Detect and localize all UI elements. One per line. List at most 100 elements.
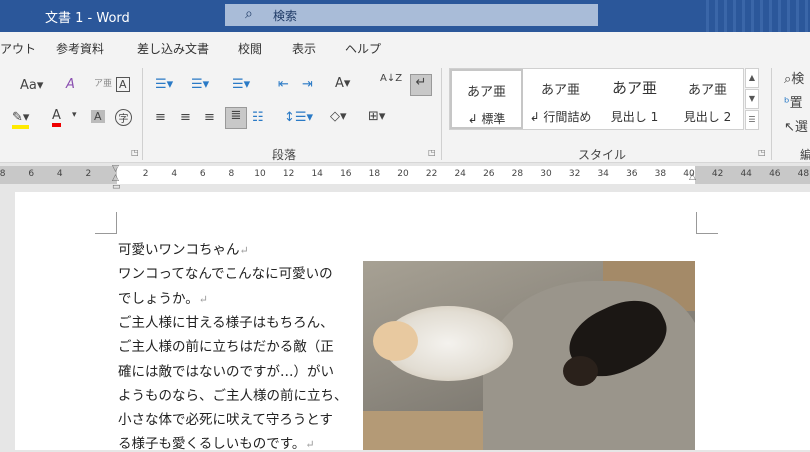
style-name: 見出し 1 (610, 110, 659, 124)
decrease-indent-icon[interactable]: ⇤ (278, 77, 289, 92)
text-line[interactable]: ご主人様に甘える様子はもちろん、 (118, 311, 334, 331)
ruler-number: 8 (0, 169, 6, 179)
ruler-number: 12 (282, 169, 295, 179)
styles-scroll-up[interactable]: ▲ (745, 68, 759, 88)
ruler-number: 6 (28, 169, 35, 179)
ruler-number: 34 (597, 169, 609, 179)
crop-mark (696, 212, 718, 234)
font-color-button[interactable]: A (52, 108, 61, 127)
dog-photo[interactable] (363, 261, 695, 450)
text-line[interactable]: 小さな体で必死に吠えて守ろうとす (118, 408, 333, 428)
right-indent-marker[interactable]: △ (689, 172, 696, 182)
tab-help[interactable]: ヘルプ (345, 40, 381, 57)
style-preview: あア亜 (540, 83, 580, 98)
replace-label: 置 (789, 96, 803, 111)
ruler-number: 30 (540, 169, 552, 179)
ruler-number: 44 (740, 169, 752, 179)
phonetic-guide-button[interactable]: ア亜 (94, 76, 112, 89)
text-line[interactable]: 確には敵ではないのですが…）がい (118, 360, 334, 380)
numbering-icon[interactable]: ☰▾ (191, 77, 209, 92)
ruler-number: 38 (654, 169, 667, 179)
ruler-number: 2 (142, 169, 149, 179)
style-name: ↲ 行間詰め (529, 110, 592, 124)
find-label: 検 (791, 72, 805, 87)
ruler-number: 4 (56, 169, 63, 179)
asian-layout-icon[interactable]: A▾ (335, 76, 350, 91)
search-box[interactable]: ⌕ 検索 (225, 4, 598, 26)
line-spacing-icon[interactable]: ↕☰▾ (284, 110, 313, 125)
font-dialog-launcher[interactable]: ◳ (131, 148, 139, 157)
group-divider (441, 68, 442, 160)
ruler-number: 28 (511, 169, 524, 179)
select-button[interactable]: ↖選 (784, 116, 808, 135)
crop-mark (95, 212, 117, 234)
ruler-number: 14 (311, 169, 323, 179)
style-heading-1[interactable]: あア亜見出し 1 (598, 69, 671, 129)
style-no-spacing[interactable]: あア亜 ↲ 行間詰め (524, 69, 597, 129)
styles-dialog-launcher[interactable]: ◳ (758, 148, 766, 157)
search-placeholder: 検索 (273, 9, 298, 23)
replace-button[interactable]: ᵇ置 (784, 92, 803, 111)
paragraph-group-label: 段落 (272, 148, 297, 162)
text-line[interactable]: ご主人様の前に立ちはだかる敵（正 (118, 335, 334, 355)
ruler-number: 36 (626, 169, 638, 179)
styles-gallery: あア亜 ↲ 標準 あア亜 ↲ 行間詰め あア亜見出し 1 あア亜 見出し 2 (449, 68, 744, 130)
font-color-label: A (52, 108, 61, 123)
style-preview: あア亜 (466, 85, 506, 100)
line-text: ご主人様に甘える様子はもちろん、 (118, 314, 334, 331)
show-marks-button[interactable]: ↵ (410, 74, 432, 96)
align-right-icon[interactable]: ≡ (204, 110, 215, 125)
ruler-number: 48 (797, 169, 810, 179)
tab-layout[interactable]: アウト (0, 40, 36, 57)
group-divider (142, 68, 143, 160)
shading-icon[interactable]: ◇▾ (330, 109, 347, 124)
text-line[interactable]: ワンコってなんでこんなに可愛いの (118, 262, 333, 282)
paragraph-mark: ↵ (239, 244, 249, 257)
paragraph-mark: ↵ (198, 292, 208, 306)
text-line[interactable]: る様子も愛くるしいものです。↵ (118, 432, 315, 452)
styles-more[interactable]: ☰ (745, 110, 759, 130)
ruler-number: 20 (397, 169, 409, 179)
ruler-number: 2 (85, 169, 92, 179)
tab-mailings[interactable]: 差し込み文書 (137, 40, 209, 57)
char-border-button[interactable]: A (116, 77, 130, 92)
style-preview: あア亜 (611, 79, 657, 97)
group-divider (771, 68, 772, 160)
find-button[interactable]: ⌕検 (784, 68, 804, 87)
borders-icon[interactable]: ⊞▾ (368, 109, 385, 124)
highlight-icon[interactable]: ✎▾ (12, 110, 30, 129)
paragraph-dialog-launcher[interactable]: ◳ (428, 148, 436, 157)
enclose-char-button[interactable]: 字 (115, 109, 132, 126)
sort-icon[interactable]: A↓Z (380, 74, 402, 84)
first-line-indent-marker[interactable]: ▽ △ ▭ (112, 165, 121, 192)
line-text: ご主人様の前に立ちはだかる敵（正 (118, 339, 334, 356)
ruler-number: 18 (368, 169, 381, 179)
line-text: 小さな体で必死に吠えて守ろうとす (118, 412, 333, 429)
ruler-number: 10 (254, 169, 266, 179)
align-center-icon[interactable]: ≡ (180, 110, 191, 125)
increase-indent-icon[interactable]: ⇥ (302, 77, 313, 92)
align-left-icon[interactable]: ≡ (155, 110, 166, 125)
text-line[interactable]: 可愛いワンコちゃん↵ (118, 238, 249, 258)
line-text: ワンコってなんでこんなに可愛いの (118, 266, 333, 283)
distributed-icon[interactable]: ☷ (252, 110, 264, 125)
justify-button[interactable]: ≣ (225, 107, 247, 129)
char-shading-button[interactable]: A (91, 110, 105, 123)
text-line[interactable]: ようものなら、ご主人様の前に立ち、 (118, 384, 348, 404)
tab-review[interactable]: 校閲 (238, 40, 262, 57)
tab-view[interactable]: 表示 (292, 40, 316, 57)
styles-scroll-down[interactable]: ▼ (745, 89, 759, 109)
clear-format-icon[interactable]: A (66, 77, 75, 92)
bullets-icon[interactable]: ☰▾ (155, 77, 173, 92)
change-case-button[interactable]: Aa▾ (20, 78, 43, 93)
title-bar-pattern (700, 0, 810, 32)
style-normal[interactable]: あア亜 ↲ 標準 (450, 69, 523, 129)
ruler-number: 6 (199, 169, 206, 179)
line-text: 可愛いワンコちゃん (118, 242, 240, 258)
ruler-number: 46 (769, 169, 781, 179)
multilevel-list-icon[interactable]: ☰▾ (232, 77, 250, 92)
style-heading-2[interactable]: あア亜 見出し 2 (671, 69, 744, 129)
font-color-dropdown[interactable]: ▾ (72, 110, 77, 120)
text-line[interactable]: でしょうか。↵ (118, 287, 208, 307)
tab-references[interactable]: 参考資料 (56, 40, 104, 57)
